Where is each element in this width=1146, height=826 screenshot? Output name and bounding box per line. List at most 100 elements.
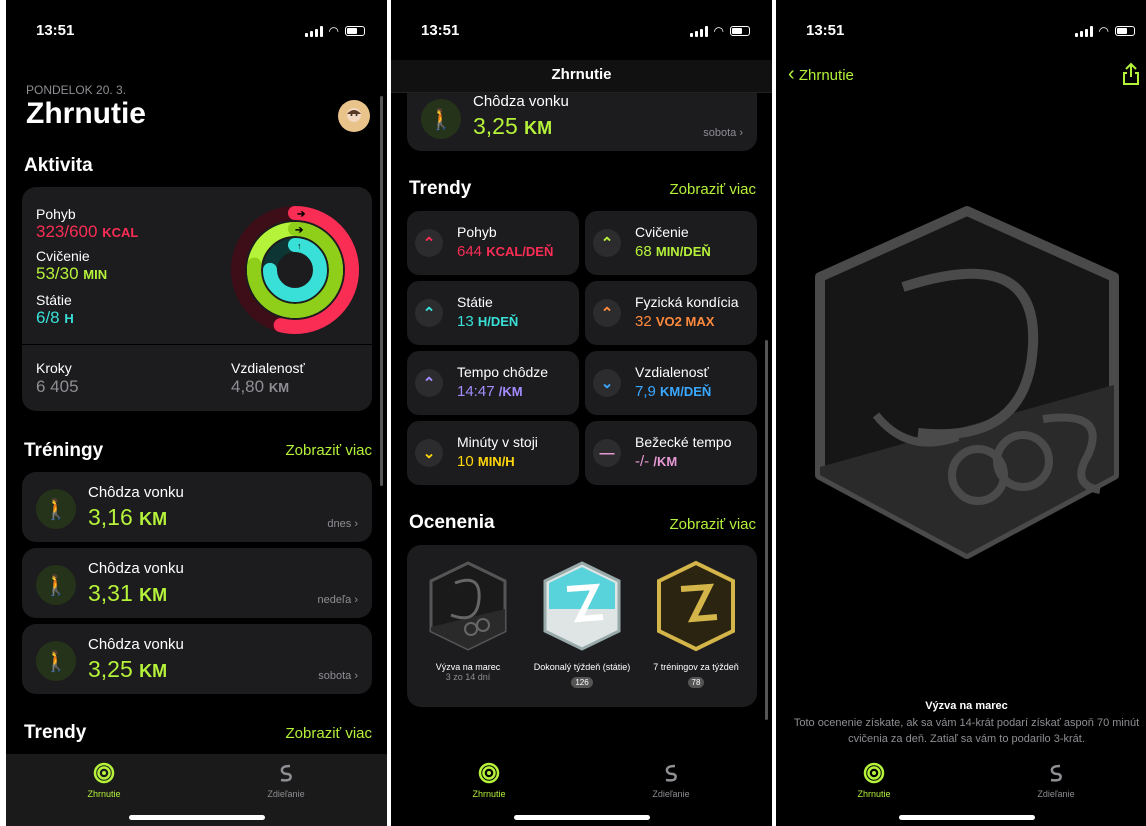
trend-tile[interactable]: ⌄ Minúty v stoji 10 MIN/H xyxy=(407,421,579,485)
exercise-value: 53/30 MIN xyxy=(36,264,108,283)
trend-up-arrow-icon: ⌃ xyxy=(593,229,621,257)
award-sub: 3 zo 14 dní xyxy=(445,672,491,682)
status-icons: ◠ xyxy=(1074,24,1135,38)
share-icon[interactable] xyxy=(1121,62,1141,86)
award-title: Výzva na marec xyxy=(925,700,1008,712)
tab-summary[interactable]: Zhrnutie xyxy=(834,762,914,799)
award-item[interactable]: Výzva na marec 3 zo 14 dní xyxy=(413,559,523,682)
walking-icon: 🚶 xyxy=(36,641,76,681)
tab-bar: Zhrnutie Zdieľanie xyxy=(6,754,387,826)
trend-value: -/- /KM xyxy=(635,453,678,470)
awards-show-more-link[interactable]: Zobraziť viac xyxy=(670,516,756,533)
seven-workouts-badge-icon xyxy=(657,560,735,652)
distance-label: Vzdialenosť xyxy=(231,360,305,376)
scrollbar[interactable] xyxy=(380,96,383,486)
steps-label: Kroky xyxy=(36,360,72,376)
trend-up-arrow-icon: ⌃ xyxy=(593,299,621,327)
wifi-icon: ◠ xyxy=(713,24,724,38)
perfect-week-stand-badge-icon xyxy=(543,561,621,651)
tab-sharing-label: Zdieľanie xyxy=(652,789,690,799)
trend-tile[interactable]: ⌃ Státie 13 H/DEŇ xyxy=(407,281,579,345)
trend-value: 10 MIN/H xyxy=(457,453,515,470)
activity-rings-icon xyxy=(478,762,500,784)
walking-icon: 🚶 xyxy=(36,489,76,529)
trends-heading: Trendy xyxy=(409,178,472,199)
tab-summary-label: Zhrnutie xyxy=(857,789,891,799)
back-button[interactable]: ‹ Zhrnutie xyxy=(788,63,854,86)
tab-summary-label: Zhrnutie xyxy=(472,789,506,799)
activity-card[interactable]: Pohyb 323/600 KCAL Cvičenie 53/30 MIN St… xyxy=(22,187,372,411)
trend-value: 13 H/DEŇ xyxy=(457,313,519,330)
trend-tile[interactable]: ⌃ Pohyb 644 KCAL/DEŇ xyxy=(407,211,579,275)
tab-sharing[interactable]: Zdieľanie xyxy=(1016,762,1096,799)
trend-tile[interactable]: — Bežecké tempo -/- /KM xyxy=(585,421,757,485)
home-indicator xyxy=(898,815,1035,820)
wifi-icon: ◠ xyxy=(1098,24,1109,38)
workout-day: nedeľa › xyxy=(317,594,358,606)
signal-icon xyxy=(304,25,323,37)
awards-card: Výzva na marec 3 zo 14 dní Dokonalý týžd… xyxy=(407,545,757,707)
tab-summary-label: Zhrnutie xyxy=(87,789,121,799)
exercise-arrow-icon: ➔ xyxy=(295,225,304,236)
status-icons: ◠ xyxy=(689,24,750,38)
trend-tile[interactable]: ⌃ Cvičenie 68 MIN/DEŇ xyxy=(585,211,757,275)
workout-card[interactable]: 🚶 Chôdza vonku 3,25 KM sobota › xyxy=(22,624,372,694)
trend-value: 32 VO2 MAX xyxy=(635,313,715,330)
page-title: Zhrnutie xyxy=(26,97,146,130)
workouts-show-more-link[interactable]: Zobraziť viac xyxy=(286,442,372,459)
award-item[interactable]: Dokonalý týždeň (státie) 126 xyxy=(527,559,637,690)
workout-value: 3,31 KM xyxy=(88,580,168,606)
move-label: Pohyb xyxy=(36,206,76,222)
march-challenge-badge-large-icon xyxy=(815,206,1119,559)
battery-icon xyxy=(1115,26,1135,36)
award-item[interactable]: 7 tréningov za týždeň 78 xyxy=(641,559,751,690)
trend-tile[interactable]: ⌃ Tempo chôdze 14:47 /KM xyxy=(407,351,579,415)
stand-value: 6/8 H xyxy=(36,308,74,327)
trend-down-arrow-icon: ⌄ xyxy=(415,439,443,467)
steps-value: 6 405 xyxy=(36,377,79,396)
avatar[interactable] xyxy=(338,100,370,132)
status-bar: 13:51 ◠ xyxy=(6,0,387,60)
activity-rings: ➔ ➔ ↑ xyxy=(231,206,359,334)
trends-show-more-link[interactable]: Zobraziť viac xyxy=(670,181,756,198)
workout-value: 3,25 KM xyxy=(88,656,168,682)
back-label: Zhrnutie xyxy=(798,67,854,84)
tab-bar: Zhrnutie Zdieľanie xyxy=(776,754,1146,826)
award-description: Toto ocenenie získate, ak sa vám 14-krát… xyxy=(793,717,1140,745)
divider xyxy=(22,344,372,345)
signal-icon xyxy=(1074,25,1093,37)
tab-bar: Zhrnutie Zdieľanie xyxy=(391,754,772,826)
workouts-heading: Tréningy xyxy=(24,440,104,461)
workout-card[interactable]: 🚶 Chôdza vonku 3,25 KM sobota › xyxy=(407,93,757,151)
workout-day: sobota › xyxy=(703,127,743,139)
home-indicator xyxy=(128,815,265,820)
tab-sharing-label: Zdieľanie xyxy=(267,789,305,799)
tab-summary[interactable]: Zhrnutie xyxy=(64,762,144,799)
exercise-label: Cvičenie xyxy=(36,248,90,264)
trend-down-arrow-icon: ⌄ xyxy=(593,369,621,397)
chevron-right-icon: › xyxy=(354,594,358,606)
tab-summary[interactable]: Zhrnutie xyxy=(449,762,529,799)
workout-day: dnes › xyxy=(327,518,358,530)
trend-up-arrow-icon: ⌃ xyxy=(415,369,443,397)
trends-show-more-link[interactable]: Zobraziť viac xyxy=(286,725,372,742)
march-challenge-badge-icon xyxy=(429,561,507,651)
stand-label: Státie xyxy=(36,292,72,308)
walking-icon: 🚶 xyxy=(36,565,76,605)
trend-tile[interactable]: ⌃ Fyzická kondícia 32 VO2 MAX xyxy=(585,281,757,345)
status-time: 13:51 xyxy=(421,22,460,39)
award-name: Výzva na marec xyxy=(435,662,501,672)
tab-sharing[interactable]: Zdieľanie xyxy=(631,762,711,799)
workout-value: 3,25 KM xyxy=(473,113,553,139)
signal-icon xyxy=(689,25,708,37)
trend-tile[interactable]: ⌄ Vzdialenosť 7,9 KM/DEŇ xyxy=(585,351,757,415)
screen-summary: 13:51 ◠ PONDELOK 20. 3. Zhrnutie Aktivit… xyxy=(6,0,387,826)
sharing-icon xyxy=(1050,764,1062,782)
walking-icon: 🚶 xyxy=(421,99,461,139)
workout-card[interactable]: 🚶 Chôdza vonku 3,31 KM nedeľa › xyxy=(22,548,372,618)
tab-sharing[interactable]: Zdieľanie xyxy=(246,762,326,799)
scrollbar[interactable] xyxy=(765,340,768,720)
tab-sharing-label: Zdieľanie xyxy=(1037,789,1075,799)
award-count-badge: 78 xyxy=(687,677,705,688)
workout-card[interactable]: 🚶 Chôdza vonku 3,16 KM dnes › xyxy=(22,472,372,542)
